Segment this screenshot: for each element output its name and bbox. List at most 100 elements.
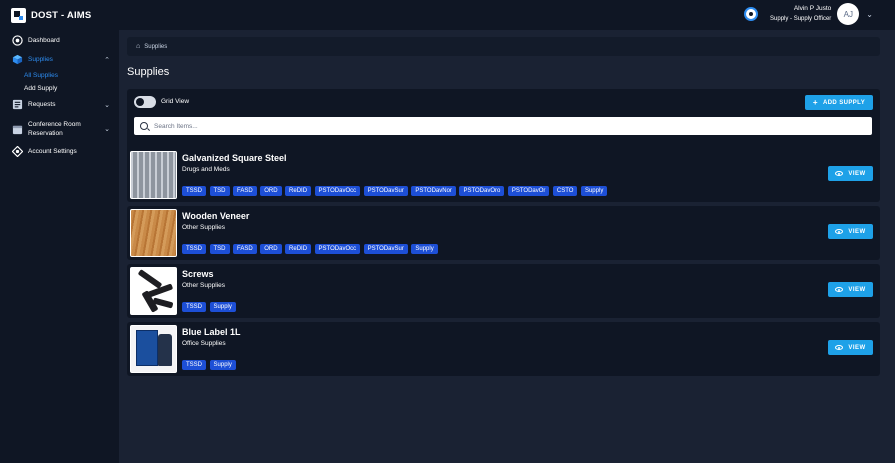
grid-view-toggle[interactable] <box>134 96 156 108</box>
search-box[interactable] <box>134 117 872 135</box>
dashboard-icon <box>12 35 23 46</box>
eye-icon <box>835 229 844 234</box>
page-title: Supplies <box>127 66 170 78</box>
requests-icon <box>12 99 23 110</box>
add-supply-label: ADD SUPPLY <box>822 99 866 106</box>
sidebar-item-label: Requests <box>28 101 56 108</box>
sidebar-subitem-all-supplies[interactable]: All Supplies <box>24 72 58 79</box>
breadcrumb: ⌂ Supplies <box>127 37 880 56</box>
avatar[interactable]: AJ <box>837 3 860 25</box>
sidebar-subitem-add-supply[interactable]: Add Supply <box>24 85 57 92</box>
top-bar: DOST - AIMS Alvin P Justo Supply - Suppl… <box>0 0 895 30</box>
notification-status-icon[interactable] <box>744 7 759 21</box>
user-menu[interactable]: Alvin P Justo Supply - Supply Officer AJ… <box>744 3 873 25</box>
view-label: VIEW <box>848 344 866 351</box>
tag: TSSD <box>182 186 207 196</box>
chevron-down-icon[interactable]: ⌄ <box>866 10 873 19</box>
supply-name: Galvanized Square Steel <box>182 153 287 163</box>
view-label: VIEW <box>848 286 866 293</box>
view-button[interactable]: VIEW <box>828 282 873 297</box>
tag: TSD <box>209 244 230 254</box>
view-button[interactable]: VIEW <box>828 340 873 355</box>
settings-icon <box>12 146 23 157</box>
sidebar-item-label: Conference Room Reservation <box>28 121 81 137</box>
sidebar-item-conference-room[interactable]: Conference Room Reservation ⌄ <box>12 120 110 138</box>
supply-category: Other Supplies <box>182 282 225 289</box>
tag: ReDID <box>285 244 312 254</box>
supply-category: Other Supplies <box>182 224 225 231</box>
supply-image <box>130 151 177 199</box>
plus-icon: + <box>812 98 818 107</box>
sidebar-item-supplies[interactable]: Supplies ⌃ <box>12 54 110 65</box>
add-supply-button[interactable]: + ADD SUPPLY <box>805 95 873 110</box>
eye-icon <box>835 345 844 350</box>
chevron-up-icon: ⌃ <box>104 56 110 64</box>
eye-icon <box>835 287 844 292</box>
brand[interactable]: DOST - AIMS <box>11 7 92 23</box>
tag: ORD <box>260 244 282 254</box>
sidebar-item-dashboard[interactable]: Dashboard <box>12 35 110 46</box>
user-role: Supply - Supply Officer <box>770 16 832 22</box>
user-name: Alvin P Justo <box>793 5 832 12</box>
supply-image <box>130 325 177 373</box>
breadcrumb-current: Supplies <box>144 43 168 50</box>
tag: PSTODavOr <box>507 186 550 196</box>
sidebar-item-label: Dashboard <box>28 37 60 44</box>
tag: PSTODavSur <box>363 186 408 196</box>
tag: PSTODavOcc <box>314 244 361 254</box>
view-button[interactable]: VIEW <box>828 224 873 239</box>
supply-tags: TSSD Supply <box>182 360 239 370</box>
tag: TSSD <box>182 302 207 312</box>
tag: Supply <box>209 302 236 312</box>
tag: TSSD <box>182 360 207 370</box>
view-button[interactable]: VIEW <box>828 166 873 181</box>
supply-name: Blue Label 1L <box>182 327 241 337</box>
tag: PSTODavOcc <box>314 186 361 196</box>
view-label: VIEW <box>848 228 866 235</box>
calendar-icon <box>12 125 23 134</box>
supply-category: Drugs and Meds <box>182 166 230 173</box>
tag: TSD <box>209 186 230 196</box>
chevron-down-icon: ⌄ <box>104 101 110 109</box>
eye-icon <box>835 171 844 176</box>
sidebar-item-label: Supplies <box>28 56 53 63</box>
tag: FASD <box>233 244 257 254</box>
supply-image <box>130 267 177 315</box>
home-icon[interactable]: ⌂ <box>136 43 140 50</box>
supply-card: Galvanized Square Steel Drugs and Meds T… <box>127 148 880 202</box>
brand-logo-icon <box>11 7 26 23</box>
tag: TSSD <box>182 244 207 254</box>
tag: PSTODavSur <box>363 244 408 254</box>
supply-tags: TSSD Supply <box>182 302 239 312</box>
box-icon <box>12 54 23 65</box>
tag: PSTODavOro <box>459 186 505 196</box>
grid-view-label: Grid View <box>161 98 190 105</box>
supply-name: Screws <box>182 269 214 279</box>
supply-image <box>130 209 177 257</box>
user-info: Alvin P Justo Supply - Supply Officer <box>770 4 831 24</box>
brand-name: DOST - AIMS <box>31 9 92 21</box>
view-label: VIEW <box>848 170 866 177</box>
supply-card: Screws Other Supplies TSSD Supply VIEW <box>127 264 880 318</box>
chevron-down-icon: ⌄ <box>104 126 110 133</box>
sidebar-item-account-settings[interactable]: Account Settings <box>12 146 110 157</box>
sidebar-item-label: Account Settings <box>28 148 77 155</box>
tag: ReDID <box>285 186 312 196</box>
tag: Supply <box>580 186 608 196</box>
sidebar-item-requests[interactable]: Requests ⌄ <box>12 99 110 110</box>
search-icon <box>140 122 148 130</box>
tag: FASD <box>233 186 257 196</box>
supply-name: Wooden Veneer <box>182 211 250 221</box>
tag: Supply <box>411 244 438 254</box>
supply-tags: TSSD TSD FASD ORD ReDID PSTODavOcc PSTOD… <box>182 244 441 254</box>
sidebar: Dashboard Supplies ⌃ All Supplies Add Su… <box>0 30 119 463</box>
search-input[interactable] <box>154 122 834 130</box>
tag: ORD <box>260 186 282 196</box>
supply-card: Blue Label 1L Office Supplies TSSD Suppl… <box>127 322 880 376</box>
main-content: ⌂ Supplies Supplies Grid View + ADD SUPP… <box>119 30 895 463</box>
tag: PSTODavNor <box>411 186 456 196</box>
supply-card: Wooden Veneer Other Supplies TSSD TSD FA… <box>127 206 880 260</box>
tag: CSTO <box>552 186 578 196</box>
supply-category: Office Supplies <box>182 340 226 347</box>
supply-tags: TSSD TSD FASD ORD ReDID PSTODavOcc PSTOD… <box>182 186 611 196</box>
